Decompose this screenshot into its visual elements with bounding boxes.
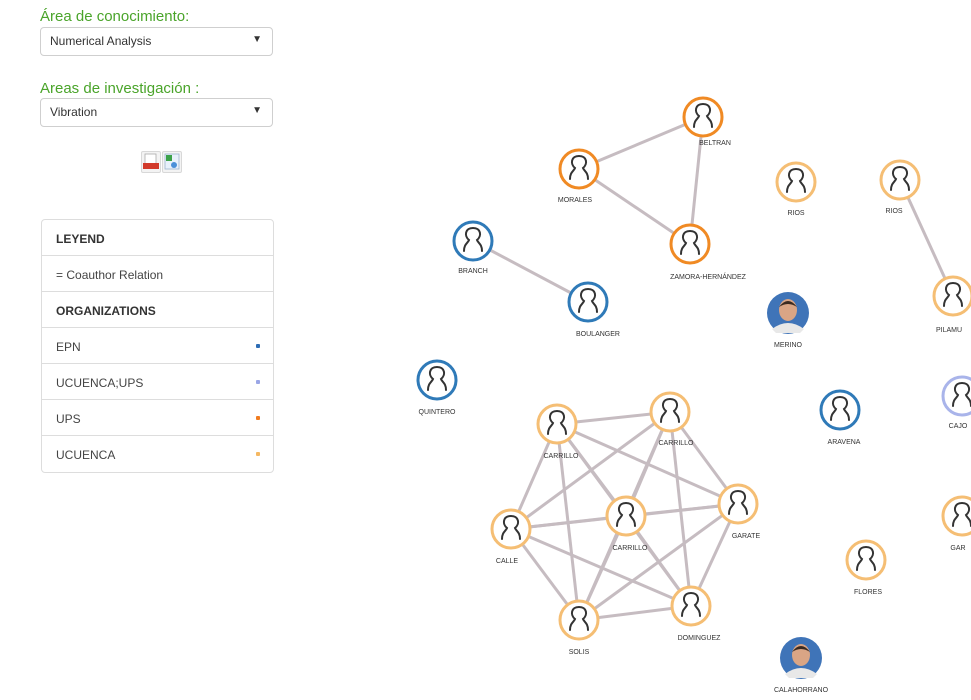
author-node-aravena[interactable]: ARAVENA [819,389,861,446]
coauthor-network-graph[interactable]: BELTRAN MORALES ZAMORA-HERNÁNDEZ RIOS RIOS BR… [0,0,971,700]
author-label: RIOS [787,210,804,217]
author-node-cajo[interactable]: CAJO [941,375,971,430]
author-label: ARAVENA [828,439,861,446]
author-label: GARATE [732,533,761,540]
author-label: CARRILLO [612,545,648,552]
author-label: CALLE [496,558,519,565]
author-node-merino[interactable]: MERINO [767,292,809,349]
author-node-boulanger[interactable]: BOULANGER [567,281,620,338]
author-label: GAR [950,545,965,552]
author-label: RIOS [885,208,902,215]
author-node-calle[interactable]: CALLE [490,508,532,565]
author-label: CARRILLO [658,440,694,447]
author-label: MERINO [774,342,803,349]
author-node-gar[interactable]: GAR [941,495,971,552]
author-label: BOULANGER [576,331,620,338]
author-node-flores[interactable]: FLORES [845,539,887,596]
author-node-rios1[interactable]: RIOS [775,161,817,217]
author-label: CAJO [949,423,968,430]
author-label: QUINTERO [419,409,457,416]
author-label: CARRILLO [543,453,579,460]
author-label: PILAMU [936,327,962,334]
edges-layer [472,115,955,622]
author-node-morales[interactable]: MORALES [558,148,600,204]
author-label: ZAMORA-HERNÁNDEZ [670,272,747,281]
author-node-calahorrano[interactable]: CALAHORRANO [774,637,829,694]
author-label: FLORES [854,589,882,596]
author-label: SOLIS [569,649,590,656]
author-label: BRANCH [458,268,488,275]
author-node-solis[interactable]: SOLIS [558,599,600,656]
author-label: DOMINGUEZ [678,635,722,642]
author-node-zamora[interactable]: ZAMORA-HERNÁNDEZ [669,223,747,281]
author-node-quintero[interactable]: QUINTERO [416,359,458,416]
author-label: MORALES [558,197,593,204]
author-node-branch[interactable]: BRANCH [452,220,494,275]
author-node-pilamu[interactable]: PILAMU [932,275,971,334]
author-node-dominguez[interactable]: DOMINGUEZ [670,585,722,642]
author-node-beltran[interactable]: BELTRAN [682,96,731,147]
author-label: BELTRAN [699,140,731,147]
author-label: CALAHORRANO [774,687,829,694]
